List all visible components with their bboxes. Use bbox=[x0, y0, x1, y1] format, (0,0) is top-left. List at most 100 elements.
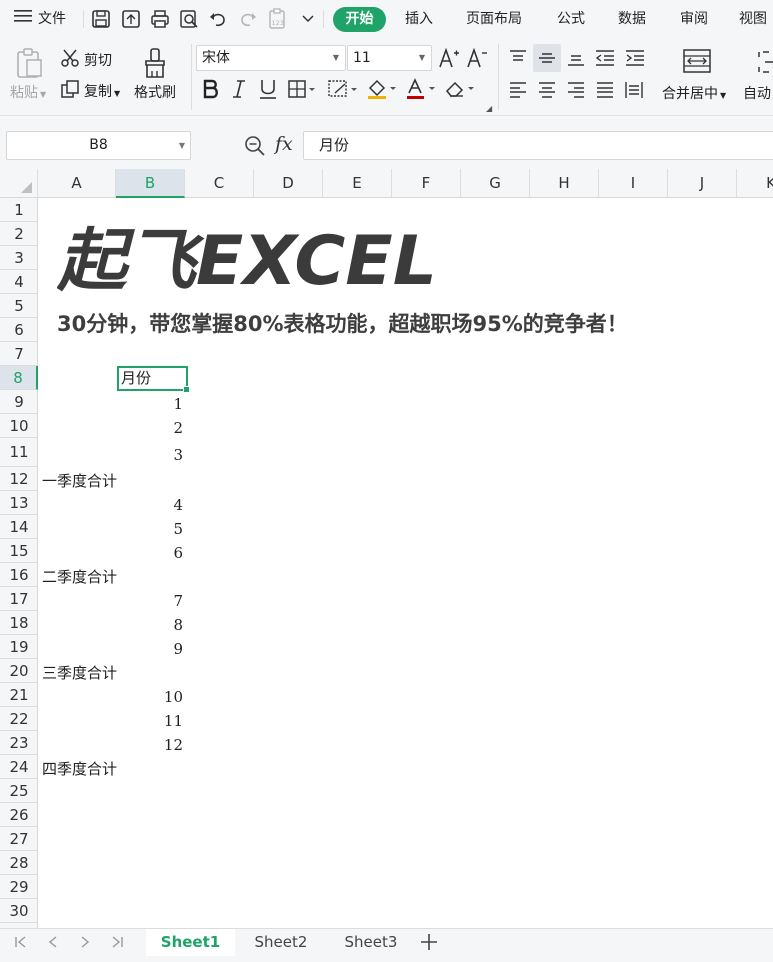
sheet-tab-sheet1[interactable]: Sheet1 bbox=[146, 929, 235, 956]
row-header-5[interactable]: 5 bbox=[0, 294, 38, 318]
font-name-select[interactable]: 宋体 ▼ bbox=[196, 45, 346, 71]
row-header-13[interactable]: 13 bbox=[0, 491, 38, 515]
tab-formulas[interactable]: 公式 bbox=[557, 0, 585, 38]
merge-center-button[interactable]: 合并居中 ▼ bbox=[662, 83, 726, 103]
first-sheet-icon[interactable] bbox=[10, 929, 32, 955]
quarter-total-label[interactable]: 四季度合计 bbox=[42, 759, 117, 779]
sheet-tab-sheet3[interactable]: Sheet3 bbox=[328, 929, 414, 956]
font-color-icon[interactable] bbox=[403, 76, 439, 102]
row-header-8[interactable]: 8 bbox=[0, 366, 38, 390]
align-right-icon[interactable] bbox=[564, 78, 588, 102]
italic-icon[interactable] bbox=[228, 76, 250, 102]
bold-icon[interactable] bbox=[199, 76, 223, 102]
sheet-tab-sheet2[interactable]: Sheet2 bbox=[238, 929, 324, 956]
row-header-3[interactable]: 3 bbox=[0, 246, 38, 270]
tab-home[interactable]: 开始 bbox=[333, 7, 386, 32]
row-header-15[interactable]: 15 bbox=[0, 539, 38, 563]
row-header-19[interactable]: 19 bbox=[0, 635, 38, 659]
row-header-11[interactable]: 11 bbox=[0, 438, 38, 467]
justify-icon[interactable] bbox=[593, 78, 617, 102]
row-header-18[interactable]: 18 bbox=[0, 611, 38, 635]
row-header-29[interactable]: 29 bbox=[0, 875, 38, 899]
row-header-4[interactable]: 4 bbox=[0, 270, 38, 294]
column-header-b[interactable]: B bbox=[116, 169, 185, 198]
clear-format-icon[interactable] bbox=[442, 76, 478, 102]
sheet-grid[interactable]: 起飞EXCEL 30分钟，带您掌握80%表格功能，超越职场95%的竞争者！ 月份… bbox=[39, 198, 773, 928]
insert-function-button[interactable]: fx bbox=[275, 133, 293, 155]
column-header-a[interactable]: A bbox=[38, 169, 116, 198]
row-header-2[interactable]: 2 bbox=[0, 222, 38, 246]
cut-button[interactable]: 剪切 bbox=[84, 50, 112, 70]
month-cell[interactable]: 11 bbox=[123, 711, 183, 731]
column-header-f[interactable]: F bbox=[392, 169, 461, 198]
month-cell[interactable]: 8 bbox=[123, 615, 183, 635]
column-header-d[interactable]: D bbox=[254, 169, 323, 198]
row-header-14[interactable]: 14 bbox=[0, 515, 38, 539]
file-menu[interactable]: 文件 bbox=[14, 0, 66, 38]
align-middle-icon[interactable] bbox=[533, 44, 561, 72]
next-sheet-icon[interactable] bbox=[74, 929, 96, 955]
column-header-j[interactable]: J bbox=[668, 169, 737, 198]
row-header-23[interactable]: 23 bbox=[0, 731, 38, 755]
select-all-corner[interactable] bbox=[0, 169, 38, 198]
row-header-30[interactable]: 30 bbox=[0, 899, 38, 923]
print-preview-icon[interactable] bbox=[178, 9, 200, 29]
format-painter-icon[interactable] bbox=[140, 46, 170, 80]
row-header-24[interactable]: 24 bbox=[0, 755, 38, 779]
copy-button[interactable]: 复制 ▼ bbox=[84, 81, 120, 101]
quarter-total-label[interactable]: 一季度合计 bbox=[42, 471, 117, 491]
font-dialog-launcher-icon[interactable]: ◢ bbox=[486, 104, 492, 113]
distributed-align-icon[interactable] bbox=[622, 78, 646, 102]
formula-input[interactable]: 月份 bbox=[303, 131, 773, 160]
tab-page-layout[interactable]: 页面布局 bbox=[466, 0, 522, 38]
align-top-icon[interactable] bbox=[506, 46, 530, 70]
column-header-h[interactable]: H bbox=[530, 169, 599, 198]
tab-view[interactable]: 视图 bbox=[739, 0, 767, 38]
month-cell[interactable]: 6 bbox=[123, 543, 183, 563]
zoom-formula-icon[interactable] bbox=[244, 135, 266, 161]
quarter-total-label[interactable]: 三季度合计 bbox=[42, 663, 117, 683]
column-header-c[interactable]: C bbox=[185, 169, 254, 198]
fill-pattern-icon[interactable] bbox=[325, 76, 361, 102]
align-bottom-icon[interactable] bbox=[564, 46, 588, 70]
quarter-total-label[interactable]: 二季度合计 bbox=[42, 567, 117, 587]
save-icon[interactable] bbox=[90, 9, 112, 29]
row-header-27[interactable]: 27 bbox=[0, 827, 38, 851]
tab-review[interactable]: 审阅 bbox=[680, 0, 708, 38]
paste-values-icon[interactable]: 123 bbox=[266, 8, 288, 29]
customize-toolbar-icon[interactable] bbox=[297, 9, 319, 29]
row-header-17[interactable]: 17 bbox=[0, 587, 38, 611]
month-cell[interactable]: 12 bbox=[123, 735, 183, 755]
month-cell[interactable]: 9 bbox=[123, 639, 183, 659]
decrease-indent-icon[interactable] bbox=[592, 46, 618, 70]
increase-font-icon[interactable] bbox=[437, 46, 461, 70]
paste-icon[interactable] bbox=[12, 46, 46, 80]
undo-icon[interactable] bbox=[207, 9, 229, 29]
last-sheet-icon[interactable] bbox=[106, 929, 128, 955]
paste-button[interactable]: 粘贴 ▼ bbox=[10, 82, 46, 102]
month-cell[interactable]: 7 bbox=[123, 591, 183, 611]
decrease-font-icon[interactable] bbox=[465, 46, 489, 70]
column-header-k[interactable]: K bbox=[737, 169, 773, 198]
row-header-1[interactable]: 1 bbox=[0, 198, 38, 222]
name-box[interactable]: B8 ▼ bbox=[6, 131, 191, 160]
prev-sheet-icon[interactable] bbox=[42, 929, 64, 955]
month-cell[interactable]: 4 bbox=[123, 495, 183, 515]
month-cell[interactable]: 10 bbox=[123, 687, 183, 707]
underline-icon[interactable] bbox=[256, 76, 280, 102]
row-header-26[interactable]: 26 bbox=[0, 803, 38, 827]
row-header-10[interactable]: 10 bbox=[0, 414, 38, 438]
align-left-icon[interactable] bbox=[506, 78, 530, 102]
column-header-g[interactable]: G bbox=[461, 169, 530, 198]
row-header-7[interactable]: 7 bbox=[0, 342, 38, 366]
row-header-6[interactable]: 6 bbox=[0, 318, 38, 342]
row-header-21[interactable]: 21 bbox=[0, 683, 38, 707]
align-center-icon[interactable] bbox=[535, 78, 559, 102]
tab-insert[interactable]: 插入 bbox=[405, 0, 433, 38]
font-size-select[interactable]: 11 ▼ bbox=[347, 45, 432, 71]
borders-icon[interactable] bbox=[285, 76, 319, 102]
month-cell[interactable]: 3 bbox=[123, 445, 183, 465]
format-painter-button[interactable]: 格式刷 bbox=[134, 82, 176, 102]
export-pdf-icon[interactable] bbox=[120, 9, 142, 29]
row-header-9[interactable]: 9 bbox=[0, 390, 38, 414]
